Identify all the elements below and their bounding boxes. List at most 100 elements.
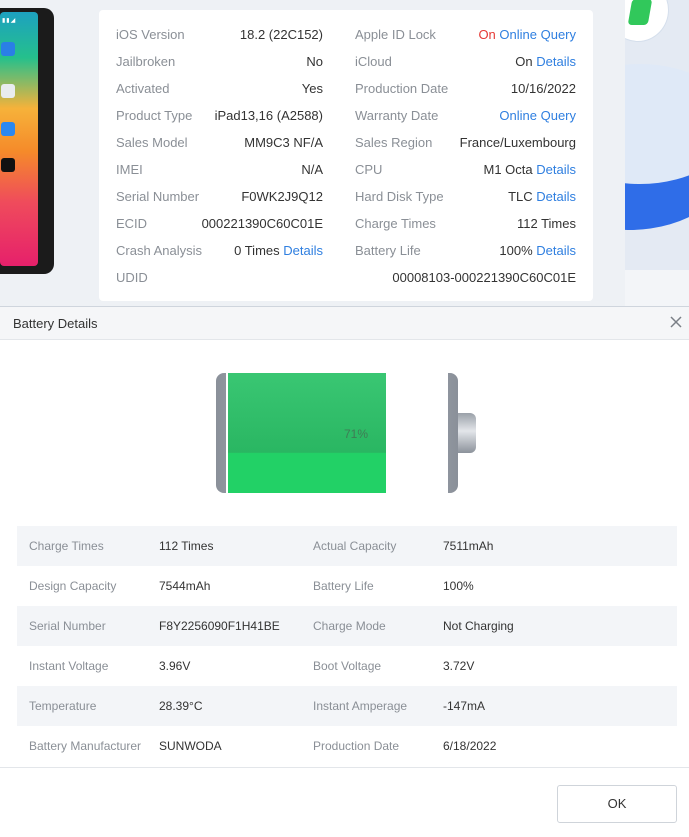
detail-row: Instant Voltage 3.96V Boot Voltage 3.72V [17,646,677,686]
info-row: Charge Times 112 Times [99,214,593,234]
detail-label: Battery Manufacturer [29,739,142,753]
info-value-group: 100% Details [499,241,576,261]
detail-value: 112 Times [159,539,214,553]
battery-shell: 71% [216,373,458,493]
info-value: M1 Octa [483,162,533,177]
detail-value: F8Y2256090F1H41BE [159,619,280,633]
panel-edge [625,270,689,306]
shield-badge-icon [625,0,669,42]
details-link[interactable]: Details [536,54,576,69]
detail-row: Serial Number F8Y2256090F1H41BE Charge Mod… [17,606,677,646]
detail-row: Design Capacity 7544mAh Battery Life 100% [17,566,677,606]
detail-value: -147mA [443,699,486,713]
detail-value: 100% [443,579,474,593]
info-row: Warranty Date Online Query [99,106,593,126]
battery-body: 71% [226,373,448,493]
udid-value: 00008103-000221390C60C01E [392,270,576,285]
detail-label: Instant Amperage [313,699,408,713]
detail-label: Serial Number [29,619,106,633]
info-value: 10/16/2022 [510,81,576,96]
info-row: CPU M1 Octa Details [99,160,593,180]
maps-app-icon [1,84,15,98]
info-row: Hard Disk Type TLC Details [99,187,593,207]
detail-row: Charge Times 112 Times Actual Capacity 7511… [17,526,677,566]
promo-graphic [625,0,689,270]
info-value-group: On Online Query [478,25,576,45]
info-value: 100% [499,243,533,258]
info-value-group: On Details [515,52,576,72]
info-label: Warranty Date [355,108,439,123]
info-value: France/Luxembourg [459,135,576,150]
online-query-link[interactable]: Online Query [499,108,576,123]
app-store-icon [1,122,15,136]
battery-graphic: 71% [216,373,478,495]
info-value-group: 10/16/2022 [511,79,576,99]
detail-label: Charge Mode [313,619,386,633]
detail-value: 3.72V [443,659,475,673]
info-value-group: M1 Octa Details [484,160,577,180]
device-info-card: iOS Version 18.2 (22C152) Jailbroken No Acti… [99,10,593,301]
detail-row: Battery Manufacturer SUNWODA Production Da… [17,726,677,766]
device-preview: ▮▮◢ [0,8,54,274]
status-bar-icon: ▮▮◢ [2,18,17,24]
info-label: Sales Region [355,135,433,150]
close-icon [670,316,682,328]
info-value-group: France/Luxembourg [460,133,576,153]
battery-details-table: Charge Times 112 Times Actual Capacity 7511… [17,526,677,766]
info-row: Sales Region France/Luxembourg [99,133,593,153]
info-value-group: Online Query [499,106,576,126]
battery-percentage: 71% [344,427,369,441]
info-row: Battery Life 100% Details [99,241,593,261]
detail-value: 7544mAh [159,579,211,593]
info-row: Apple ID Lock On Online Query [99,25,593,45]
detail-label: Production Date [313,739,400,753]
info-value: TLC [508,189,533,204]
footer-divider [0,767,689,768]
battery-details-dialog: Battery Details 71% Charge Times 112 Time… [0,306,689,837]
detail-label: Instant Voltage [29,659,109,673]
dialog-title: Battery Details [13,316,98,331]
info-label: Battery Life [355,243,421,258]
info-label: Production Date [355,81,449,96]
device-screen: ▮▮◢ [0,12,38,266]
detail-label: Battery Life [313,579,374,593]
detail-value: 6/18/2022 [443,739,497,753]
info-label: Charge Times [355,216,436,231]
detail-value: 28.39°C [159,699,203,713]
detail-label: Design Capacity [29,579,117,593]
details-link[interactable]: Details [536,243,576,258]
details-link[interactable]: Details [536,162,576,177]
details-link[interactable]: Details [536,189,576,204]
dialog-header: Battery Details [0,307,689,340]
udid-label: UDID [116,270,148,285]
detail-label: Charge Times [29,539,104,553]
device-info-window: ▮▮◢ iOS Version 18.2 (22C152) Jailbroken No… [0,0,689,306]
apple-tv-icon [1,158,15,172]
detail-value: Not Charging [443,619,514,633]
info-row: Production Date 10/16/2022 [99,79,593,99]
online-query-link[interactable]: Online Query [499,27,576,42]
detail-label: Boot Voltage [313,659,382,673]
detail-label: Actual Capacity [313,539,397,553]
detail-value: SUNWODA [159,739,222,753]
disc-top-shape [625,64,689,184]
info-label: iCloud [355,54,392,69]
close-button[interactable] [665,311,687,333]
detail-value: 7511mAh [443,539,494,553]
info-value: On [478,27,496,42]
info-value: On [515,54,533,69]
info-row: iCloud On Details [99,52,593,72]
info-label: Apple ID Lock [355,27,436,42]
battery-terminal [458,413,476,453]
ok-button[interactable]: OK [557,785,677,823]
info-value-group: 112 Times [517,214,576,234]
detail-value: 3.96V [159,659,191,673]
info-value: 112 Times [516,216,576,231]
udid-row: UDID 00008103-000221390C60C01E [99,268,593,288]
detail-row: Temperature 28.39°C Instant Amperage -147mA [17,686,677,726]
detail-label: Temperature [29,699,97,713]
info-label: Hard Disk Type [355,189,444,204]
info-value-group: TLC Details [508,187,576,207]
info-label: CPU [355,162,383,177]
files-app-icon [1,42,15,56]
